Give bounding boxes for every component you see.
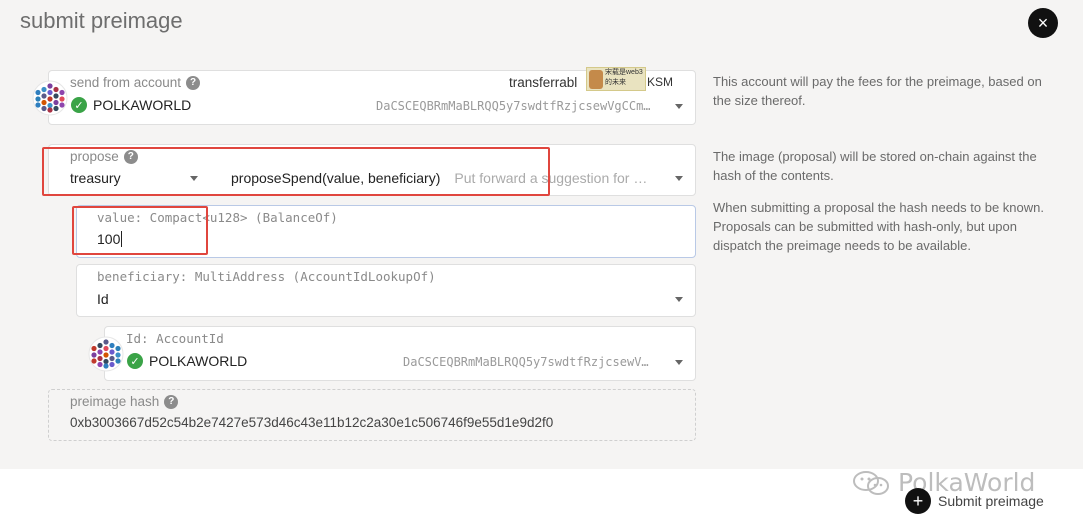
chevron-down-icon[interactable] [675,297,683,302]
identicon-dot [41,99,47,106]
chevron-down-icon[interactable] [675,104,683,109]
identicon-dot [47,89,53,96]
identicon-dot [115,358,121,364]
identicon-dot [97,361,103,368]
identicon-dot [103,339,109,345]
verified-check-icon: ✓ [71,97,87,113]
transferrable-label: transferrabl [509,75,578,90]
identicon-dot [103,352,109,358]
avatar-sticker [589,70,603,89]
beneficiary-field[interactable]: beneficiary: MultiAddress (AccountIdLook… [76,264,696,317]
send-from-account-name: ✓ POLKAWORLD [71,97,191,113]
account-identicon [88,336,124,372]
identicon-dot [103,345,109,352]
help-text-account: This account will pay the fees for the p… [713,74,1042,108]
account-id-label: Id: AccountId [126,331,224,346]
balance-unit: KSM [647,75,674,89]
identicon-dot [91,345,97,352]
identicon-dot [91,352,97,358]
identicon-dot [53,99,59,106]
identicon-dot [109,361,115,368]
beneficiary-label: beneficiary: MultiAddress (AccountIdLook… [97,269,436,284]
identicon-dot [59,89,65,96]
identicon-dot [109,349,115,355]
identicon-dot [41,105,47,112]
identicon-dot [47,83,53,89]
identicon-dot [97,342,103,349]
identicon-dot [103,363,109,369]
sticker-image: 宋载是web3 的未来 [586,67,646,91]
identicon-dot [97,355,103,362]
chevron-down-icon[interactable] [675,360,683,365]
identicon-dot [109,355,115,362]
highlight-box-value [72,206,208,255]
account-id-address: DaCSCEQBRmMaBLRQQ5y7swdtfRzjcsewV… [403,355,649,369]
identicon-dot [59,96,65,102]
help-icon[interactable]: ? [164,394,179,409]
identicon-dot [53,86,59,93]
send-from-address: DaCSCEQBRmMaBLRQQ5y7swdtfRzjcsewVgCCm… [376,99,651,113]
submit-preimage-button[interactable]: + Submit preimage [905,488,1044,514]
identicon-dot [97,349,103,355]
help-icon[interactable]: ? [186,75,201,90]
close-button[interactable]: × [1028,8,1058,38]
send-from-label: send from account ? [70,75,201,90]
highlight-box-propose [42,147,550,196]
identicon-dot [41,86,47,93]
identicon-dot [53,93,59,99]
identicon-dot [53,105,59,112]
identicon-dot [115,345,121,352]
identicon-dot [109,342,115,349]
preimage-hash-field: preimage hash ? 0xb3003667d52c54b2e7427e… [48,389,696,441]
verified-check-icon: ✓ [127,353,143,369]
account-identicon [32,80,68,116]
identicon-dot [35,96,41,102]
preimage-hash-label: preimage hash ? [70,394,179,409]
identicon-dot [103,358,109,365]
beneficiary-type-select[interactable]: Id [97,291,109,307]
help-text-submitting: When submitting a proposal the hash need… [713,200,1044,253]
modal-title: submit preimage [20,8,183,33]
identicon-dot [47,96,53,102]
identicon-dot [47,107,53,113]
identicon-dot [41,93,47,99]
account-id-field[interactable]: Id: AccountId ✓ POLKAWORLD DaCSCEQBRmMaB… [104,326,696,381]
plus-icon: + [905,488,931,514]
chevron-down-icon[interactable] [675,176,683,181]
identicon-dot [115,352,121,358]
wechat-icon [853,470,889,495]
help-text-proposal: The image (proposal) will be stored on-c… [713,149,1037,183]
preimage-hash-value: 0xb3003667d52c54b2e7427e573d46c43e11b12c… [70,415,554,430]
identicon-dot [59,102,65,108]
identicon-dot [91,358,97,364]
identicon-dot [35,89,41,96]
identicon-dot [35,102,41,108]
submit-preimage-modal: submit preimage × send from account ? ✓ … [0,0,1083,469]
close-icon: × [1037,13,1049,33]
account-id-name: ✓ POLKAWORLD [127,353,247,369]
identicon-dot [47,102,53,109]
